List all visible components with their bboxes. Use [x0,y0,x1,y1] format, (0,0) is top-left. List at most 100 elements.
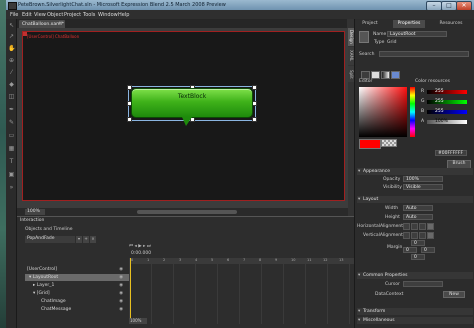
object-tree-row[interactable]: ▸ Layer_1 ◉ [25,282,129,289]
object-tree-row[interactable]: ChatImage ◉ [25,298,129,305]
visibility-eye-icon[interactable]: ◉ [119,282,123,289]
menu-tools[interactable]: Tools [83,12,95,18]
visibility-eye-icon[interactable]: ◉ [119,290,123,297]
asset-library-icon[interactable]: » [8,184,15,191]
align-vertical-stretch-icon[interactable] [427,232,434,239]
playhead[interactable] [130,258,131,324]
direct-select-tool-icon[interactable]: ↗ [8,33,15,40]
next-frame-icon[interactable]: ▸ [143,244,145,249]
breadcrumb[interactable]: [UserControl] ChatBalloon [27,34,79,39]
visibility-eye-icon[interactable]: ◉ [119,274,123,281]
storyboard-picker[interactable]: PopAndFade [25,236,75,243]
object-tree-row[interactable]: ▾ [Grid] ◉ [25,290,129,297]
first-frame-icon[interactable]: ⏮ [129,244,133,249]
color-spectrum[interactable] [359,87,407,137]
visibility-eye-icon[interactable]: ◉ [119,306,123,313]
gradient-brush-icon[interactable] [381,71,390,79]
balloon-textblock[interactable]: TextBlock [132,93,252,100]
appearance-section[interactable]: Appearance [357,168,473,175]
play-icon[interactable]: ▶ [138,244,141,249]
tab-resources[interactable]: Resources [435,20,467,28]
transform-section[interactable]: Transform [357,308,473,315]
name-field[interactable]: LayoutRoot [387,31,447,37]
margin-right-field[interactable]: 0 [421,247,435,253]
height-field[interactable]: Auto [403,214,433,220]
horizontal-scrollbar[interactable] [137,210,237,214]
solid-brush-icon[interactable] [371,71,380,79]
green-channel-bar[interactable] [427,100,467,104]
red-channel-value[interactable]: 255 [435,89,444,94]
textblock-tool-icon[interactable]: T [8,158,15,165]
opacity-field[interactable]: 100% [403,176,443,182]
tile-brush-icon[interactable] [391,71,400,79]
editor-tab[interactable]: Editor [359,79,372,84]
common-properties-section[interactable]: Common Properties [357,272,473,279]
resize-handle[interactable] [252,117,257,122]
visibility-eye-icon[interactable]: ◉ [119,298,123,305]
visibility-select[interactable]: Visible [403,184,443,190]
visibility-eye-icon[interactable]: ◉ [119,266,123,273]
property-search-input[interactable] [379,51,469,57]
menu-view[interactable]: View [34,12,46,18]
zoom-dropdown[interactable]: 100% [25,209,45,215]
green-channel[interactable]: G 255 [421,99,467,105]
brush-transform-tool-icon[interactable]: ◫ [8,93,15,100]
document-tab[interactable]: ChatBalloon.xaml* × [19,20,65,28]
zoom-tool-icon[interactable]: ⊕ [8,57,15,64]
timecode[interactable]: 0:00.000 [131,251,151,256]
chat-balloon[interactable]: TextBlock [131,88,253,118]
align-top-icon[interactable] [403,232,410,239]
rectangle-tool-icon[interactable]: ▭ [8,132,15,139]
miscellaneous-section[interactable]: Miscellaneous [357,317,473,324]
object-tree-row[interactable]: ChatMessage ◉ [25,306,129,313]
menu-object[interactable]: Object [47,12,63,18]
selection-tool-icon[interactable]: ↖ [8,22,15,29]
green-channel-value[interactable]: 255 [435,99,444,104]
hex-color-field[interactable]: #00FFFFFF [435,150,467,156]
close-tab-icon[interactable]: × [58,21,62,26]
margin-left-field[interactable]: 0 [403,247,417,253]
red-channel[interactable]: R 255 [421,89,467,95]
timeline-zoom[interactable]: 100% [129,318,147,324]
new-storyboard-icon[interactable]: + [83,236,89,243]
previous-frame-icon[interactable]: ◂ [135,244,137,249]
layout-section[interactable]: Layout [357,196,473,203]
menu-help[interactable]: Help [118,12,129,18]
align-left-icon[interactable] [403,223,410,230]
margin-bottom-field[interactable]: 0 [411,254,425,260]
close-storyboard-icon[interactable]: × [90,236,96,243]
blue-channel-bar[interactable] [427,110,467,114]
pencil-tool-icon[interactable]: ✎ [8,119,15,126]
button-tool-icon[interactable]: ▣ [8,171,15,178]
grid-tool-icon[interactable]: ▦ [8,145,15,152]
no-brush-icon[interactable] [361,71,370,79]
align-middle-icon[interactable] [411,232,418,239]
alpha-channel-value[interactable]: 100% [435,119,448,124]
storyboard-menu-icon[interactable]: ▾ [76,236,82,243]
tab-properties[interactable]: Properties [393,20,425,28]
resize-handle[interactable] [252,85,257,90]
object-tree-row[interactable]: [UserControl] ◉ [25,266,129,273]
paint-bucket-tool-icon[interactable]: ◆ [8,81,15,88]
pan-tool-icon[interactable]: ✋ [8,45,15,52]
margin-top-field[interactable]: 0 [411,240,425,246]
timeline-tracks[interactable] [129,264,354,324]
blue-channel[interactable]: B 255 [421,109,467,115]
menu-edit[interactable]: Edit [22,12,32,18]
width-field[interactable]: Auto [403,205,433,211]
color-resources-tab[interactable]: Color resources [415,79,450,84]
hue-slider[interactable] [410,87,415,137]
tab-project[interactable]: Project [357,20,383,28]
new-datacontext-button[interactable]: New [443,291,465,298]
pen-tool-icon[interactable]: ✒ [8,106,15,113]
blue-channel-value[interactable]: 255 [435,109,444,114]
eyedropper-tool-icon[interactable]: ⁄ [8,69,15,76]
red-channel-bar[interactable] [427,90,467,94]
last-frame-icon[interactable]: ⏭ [147,244,151,249]
alpha-channel[interactable]: A 100% [421,119,467,125]
align-stretch-icon[interactable] [427,223,434,230]
menu-file[interactable]: File [10,12,18,18]
object-tree-row[interactable]: ▾ LayoutRoot ◉ [25,274,129,281]
menu-project[interactable]: Project [64,12,81,18]
align-center-icon[interactable] [411,223,418,230]
